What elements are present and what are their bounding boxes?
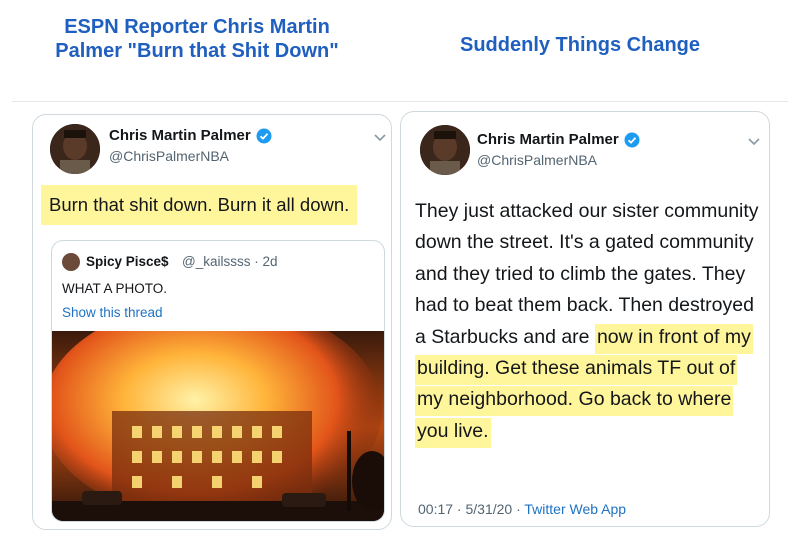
quoted-avatar[interactable]: [62, 253, 80, 271]
verified-badge-icon: [624, 132, 640, 147]
avatar[interactable]: [420, 125, 470, 175]
author-name[interactable]: Chris Martin Palmer: [477, 131, 640, 148]
tweet-card-right[interactable]: Chris Martin Palmer @ChrisPalmerNBA They…: [400, 111, 770, 527]
tweet-source-app[interactable]: Twitter Web App: [524, 501, 626, 517]
tweet-card-left[interactable]: Chris Martin Palmer @ChrisPalmerNBA Burn…: [32, 114, 392, 530]
quoted-author-name[interactable]: Spicy Pisce$: [86, 254, 169, 269]
tweet-text: Burn that shit down. Burn it all down.: [41, 185, 358, 225]
author-name-text[interactable]: Chris Martin Palmer: [477, 131, 619, 148]
burning-building-photo[interactable]: [52, 331, 385, 522]
author-name[interactable]: Chris Martin Palmer: [109, 127, 272, 144]
tweet-timestamp[interactable]: 00:17 · 5/31/20 ·: [418, 501, 524, 517]
tweet-text: They just attacked our sister community …: [415, 196, 765, 448]
quoted-tweet[interactable]: Spicy Pisce$ @_kailssss · 2d WHAT A PHOT…: [51, 240, 385, 522]
verified-badge-icon: [256, 128, 272, 143]
caption-left: ESPN Reporter Chris Martin Palmer "Burn …: [55, 16, 339, 62]
show-thread-link[interactable]: Show this thread: [62, 305, 163, 320]
tweet-meta: 00:17 · 5/31/20 · Twitter Web App: [418, 501, 626, 517]
chevron-down-icon[interactable]: [747, 137, 761, 147]
avatar[interactable]: [50, 124, 100, 174]
author-handle[interactable]: @ChrisPalmerNBA: [109, 148, 229, 164]
chevron-down-icon[interactable]: [373, 133, 387, 143]
author-handle[interactable]: @ChrisPalmerNBA: [477, 152, 597, 168]
author-name-text[interactable]: Chris Martin Palmer: [109, 127, 251, 144]
caption-right: Suddenly Things Change: [459, 34, 700, 56]
quoted-text: WHAT A PHOTO.: [62, 281, 168, 296]
quoted-author-handle[interactable]: @_kailssss · 2d: [182, 254, 277, 269]
